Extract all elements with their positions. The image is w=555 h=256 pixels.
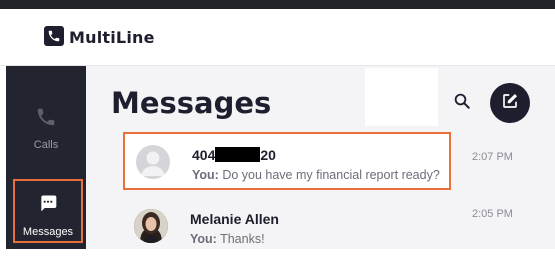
sidebar-item-label: Messages (22, 226, 74, 238)
contact-name: 404 20 (192, 147, 276, 163)
search-button[interactable] (451, 92, 473, 114)
brand-header: MultiLine (0, 9, 555, 66)
preview-sender: You: (190, 232, 217, 246)
contact-number-prefix: 404 (192, 147, 216, 163)
search-icon (453, 92, 471, 115)
compose-button[interactable] (490, 83, 530, 123)
compose-icon (501, 92, 519, 115)
app-name: MultiLine (69, 28, 155, 47)
sidebar: Calls Messages (6, 66, 86, 249)
contact-number-suffix: 20 (260, 147, 276, 163)
conversation-row[interactable]: 404 20 You: Do you have my financial repo… (123, 132, 451, 190)
avatar (136, 145, 170, 179)
preview-text: Do you have my financial report ready? (218, 168, 440, 182)
message-preview: You: Do you have my financial report rea… (192, 168, 440, 182)
window-top-strip (0, 0, 555, 9)
sidebar-item-messages[interactable]: Messages (13, 179, 83, 243)
message-time: 2:07 PM (472, 151, 513, 163)
message-preview: You: Thanks! (190, 232, 265, 246)
contact-name: Melanie Allen (190, 211, 279, 227)
page-title: Messages (111, 86, 272, 120)
preview-text: Thanks! (216, 232, 265, 246)
redaction-block (215, 147, 261, 162)
preview-sender: You: (192, 168, 219, 182)
sidebar-item-label: Calls (33, 139, 59, 151)
sidebar-item-calls[interactable]: Calls (6, 106, 86, 151)
multiline-logo-icon (44, 26, 64, 46)
conversation-row[interactable]: Melanie Allen You: Thanks! (123, 198, 523, 256)
chat-bubble-icon (38, 193, 58, 218)
conversation-row-background (365, 68, 438, 126)
phone-icon (35, 106, 57, 133)
avatar (134, 209, 168, 243)
message-time: 2:05 PM (472, 208, 513, 220)
